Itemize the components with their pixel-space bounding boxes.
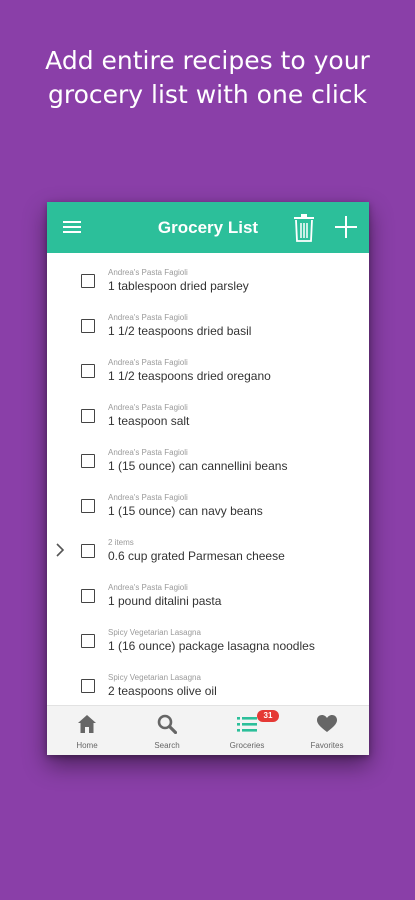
item-source: Spicy Vegetarian Lasagna xyxy=(108,673,201,682)
item-checkbox[interactable] xyxy=(81,409,95,423)
plus-icon[interactable] xyxy=(334,215,358,239)
item-checkbox[interactable] xyxy=(81,274,95,288)
item-text: 1 (15 ounce) can navy beans xyxy=(108,504,263,518)
list-item[interactable]: Andrea's Pasta Fagioli 1 1/2 teaspoons d… xyxy=(47,349,369,394)
app-screen: Grocery List Andrea's Pasta Fagioli 1 ta… xyxy=(47,202,369,755)
item-source: 2 items xyxy=(108,538,134,547)
item-checkbox[interactable] xyxy=(81,679,95,693)
item-source: Spicy Vegetarian Lasagna xyxy=(108,628,201,637)
heart-icon xyxy=(317,715,337,732)
item-text: 1 pound ditalini pasta xyxy=(108,594,222,608)
nav-favorites[interactable]: Favorites xyxy=(287,706,367,755)
nav-search-label: Search xyxy=(154,741,180,750)
item-source: Andrea's Pasta Fagioli xyxy=(108,403,188,412)
list-item[interactable]: Spicy Vegetarian Lasagna 1 (16 ounce) pa… xyxy=(47,619,369,664)
promo-line-1: Add entire recipes to your xyxy=(45,46,370,75)
list-item-group[interactable]: 2 items 0.6 cup grated Parmesan cheese xyxy=(47,529,369,574)
item-checkbox[interactable] xyxy=(81,319,95,333)
item-checkbox[interactable] xyxy=(81,454,95,468)
item-source: Andrea's Pasta Fagioli xyxy=(108,313,188,322)
hamburger-menu-icon[interactable] xyxy=(63,219,81,235)
item-text: 0.6 cup grated Parmesan cheese xyxy=(108,549,285,563)
trash-icon[interactable] xyxy=(293,214,315,242)
item-text: 1 (15 ounce) can cannellini beans xyxy=(108,459,288,473)
item-text: 1 teaspoon salt xyxy=(108,414,190,428)
nav-home-label: Home xyxy=(76,741,98,750)
nav-groceries[interactable]: 31 Groceries xyxy=(207,706,287,755)
nav-home[interactable]: Home xyxy=(47,706,127,755)
item-checkbox[interactable] xyxy=(81,589,95,603)
item-source: Andrea's Pasta Fagioli xyxy=(108,493,188,502)
item-text: 1 (16 ounce) package lasagna noodles xyxy=(108,639,315,653)
item-source: Andrea's Pasta Fagioli xyxy=(108,268,188,277)
list-item[interactable]: Spicy Vegetarian Lasagna 2 teaspoons oli… xyxy=(47,664,369,705)
item-text: 1 1/2 teaspoons dried basil xyxy=(108,324,252,338)
promo-line-2: grocery list with one click xyxy=(47,80,368,109)
list-item[interactable]: Andrea's Pasta Fagioli 1 pound ditalini … xyxy=(47,574,369,619)
bottom-navigation: Home Search 31 Groceries Favorites xyxy=(47,705,369,755)
groceries-count-badge: 31 xyxy=(257,710,279,722)
item-checkbox[interactable] xyxy=(81,634,95,648)
item-checkbox[interactable] xyxy=(81,544,95,558)
grocery-list: Andrea's Pasta Fagioli 1 tablespoon drie… xyxy=(47,253,369,705)
nav-search[interactable]: Search xyxy=(127,706,207,755)
app-bar: Grocery List xyxy=(47,202,369,253)
item-source: Andrea's Pasta Fagioli xyxy=(108,358,188,367)
item-text: 1 tablespoon dried parsley xyxy=(108,279,249,293)
list-item[interactable]: Andrea's Pasta Fagioli 1 tablespoon drie… xyxy=(47,259,369,304)
item-checkbox[interactable] xyxy=(81,499,95,513)
nav-groceries-label: Groceries xyxy=(229,741,265,750)
item-text: 1 1/2 teaspoons dried oregano xyxy=(108,369,271,383)
item-source: Andrea's Pasta Fagioli xyxy=(108,448,188,457)
item-checkbox[interactable] xyxy=(81,364,95,378)
list-item[interactable]: Andrea's Pasta Fagioli 1 1/2 teaspoons d… xyxy=(47,304,369,349)
item-source: Andrea's Pasta Fagioli xyxy=(108,583,188,592)
search-icon xyxy=(157,714,177,734)
chevron-right-icon[interactable] xyxy=(55,543,65,557)
list-item[interactable]: Andrea's Pasta Fagioli 1 (15 ounce) can … xyxy=(47,439,369,484)
nav-favorites-label: Favorites xyxy=(310,741,344,750)
home-icon xyxy=(78,715,96,733)
list-item[interactable]: Andrea's Pasta Fagioli 1 teaspoon salt xyxy=(47,394,369,439)
page-title: Grocery List xyxy=(157,218,259,237)
promo-headline: Add entire recipes to your grocery list … xyxy=(0,44,415,112)
list-icon xyxy=(237,717,257,732)
list-item[interactable]: Andrea's Pasta Fagioli 1 (15 ounce) can … xyxy=(47,484,369,529)
item-text: 2 teaspoons olive oil xyxy=(108,684,217,698)
